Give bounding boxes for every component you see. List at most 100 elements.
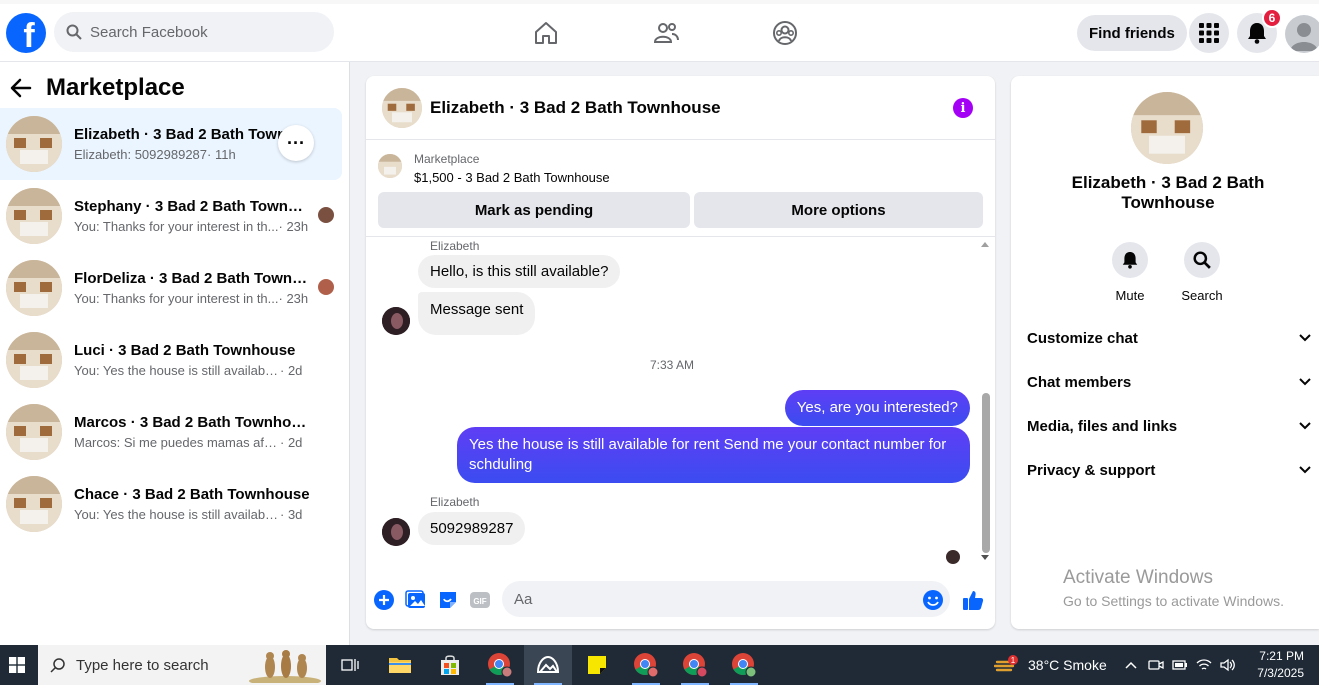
search-icon bbox=[1193, 251, 1211, 269]
conversation-title: Luci · 3 Bad 2 Bath Townhouse bbox=[74, 342, 296, 359]
conversation-preview: Elizabeth: 5092989287 bbox=[74, 147, 208, 162]
more-options-button[interactable]: More options bbox=[694, 192, 983, 228]
emoji-icon[interactable] bbox=[922, 589, 944, 611]
search-box[interactable] bbox=[54, 12, 334, 52]
sticky-notes-button[interactable] bbox=[573, 645, 621, 685]
top-navigation-bar: f Find friends 6 bbox=[0, 0, 1319, 62]
add-icon[interactable] bbox=[373, 589, 395, 611]
chat-header: Elizabeth · 3 Bad 2 Bath Townhouse i bbox=[366, 76, 995, 140]
home-icon[interactable] bbox=[533, 20, 559, 46]
watermark-line2: Go to Settings to activate Windows. bbox=[1063, 593, 1284, 609]
sticky-notes-icon bbox=[588, 656, 606, 674]
groups-icon[interactable] bbox=[772, 20, 798, 46]
conversation-preview: You: Thanks for your interest in th... bbox=[74, 291, 279, 306]
photos-app-button[interactable] bbox=[524, 645, 572, 685]
media-files-links-row[interactable]: Media, files and links bbox=[1027, 414, 1311, 438]
thumbs-up-icon[interactable] bbox=[962, 589, 984, 611]
mark-as-pending-button[interactable]: Mark as pending bbox=[378, 192, 690, 228]
file-explorer-button[interactable] bbox=[376, 645, 424, 685]
gif-icon[interactable]: GIF bbox=[469, 589, 491, 611]
conversation-title: Marcos · 3 Bad 2 Bath Townhouse bbox=[74, 414, 310, 431]
chat-listing-thumbnail[interactable] bbox=[382, 87, 422, 128]
conversation-item[interactable]: Chace · 3 Bad 2 Bath Townhouse You: Yes … bbox=[0, 468, 342, 540]
search-input[interactable] bbox=[90, 23, 310, 41]
battery-icon[interactable] bbox=[1172, 659, 1188, 671]
chrome-profile-4-button[interactable] bbox=[720, 645, 768, 685]
weather-widget[interactable]: 1 38°C Smoke bbox=[994, 645, 1107, 685]
customize-chat-row[interactable]: Customize chat bbox=[1027, 326, 1311, 350]
taskbar-clock[interactable]: 7:21 PM 7/3/2025 bbox=[1240, 648, 1304, 682]
watermark-line1: Activate Windows bbox=[1063, 567, 1213, 588]
photo-icon[interactable] bbox=[405, 589, 427, 611]
conversation-time: · 3d bbox=[280, 507, 303, 522]
activate-windows-watermark: Activate Windows Go to Settings to activ… bbox=[1063, 567, 1284, 609]
section-label: Privacy & support bbox=[1027, 461, 1156, 479]
scroll-down-icon[interactable] bbox=[979, 553, 991, 563]
message-input[interactable] bbox=[502, 581, 950, 617]
outgoing-message[interactable]: Yes, are you interested? bbox=[784, 390, 970, 426]
more-options-icon[interactable]: ··· bbox=[278, 125, 314, 161]
message-thread: Elizabeth Hello, is this still available… bbox=[366, 237, 995, 567]
start-button[interactable] bbox=[0, 645, 34, 685]
privacy-support-row[interactable]: Privacy & support bbox=[1027, 458, 1311, 482]
chevron-down-icon bbox=[1299, 466, 1311, 474]
chrome-profile-1-button[interactable] bbox=[476, 645, 524, 685]
conversation-item[interactable]: Marcos · 3 Bad 2 Bath Townhouse Marcos: … bbox=[0, 396, 342, 468]
conversation-preview: Marcos: Si me puedes mamas afotos bbox=[74, 435, 280, 450]
listing-thumbnail bbox=[6, 332, 62, 388]
task-view-icon bbox=[341, 659, 359, 671]
seen-avatar bbox=[318, 207, 334, 223]
microsoft-store-button[interactable] bbox=[426, 645, 474, 685]
chrome-profile-3-button[interactable] bbox=[671, 645, 719, 685]
listing-thumbnail bbox=[378, 154, 402, 178]
task-view-button[interactable] bbox=[326, 645, 374, 685]
svg-text:1: 1 bbox=[1011, 656, 1016, 665]
facebook-logo-icon[interactable]: f bbox=[6, 13, 46, 53]
incoming-message[interactable]: 5092989287 bbox=[418, 512, 526, 545]
scroll-up-icon[interactable] bbox=[979, 239, 991, 249]
conversation-item[interactable]: FlorDeliza · 3 Bad 2 Bath Townh... You: … bbox=[0, 252, 342, 324]
sidebar-header: Marketplace bbox=[10, 74, 185, 102]
section-label: Chat members bbox=[1027, 373, 1132, 391]
wifi-icon[interactable] bbox=[1196, 658, 1212, 672]
chevron-up-icon[interactable] bbox=[1124, 660, 1138, 670]
info-icon[interactable]: i bbox=[953, 98, 973, 118]
chrome-profile-2-button[interactable] bbox=[622, 645, 670, 685]
search-icon bbox=[50, 658, 65, 673]
chat-members-row[interactable]: Chat members bbox=[1027, 370, 1311, 394]
sender-avatar[interactable] bbox=[382, 307, 410, 335]
meerkat-illustration-icon bbox=[249, 650, 321, 683]
search-conversation-button[interactable]: Search bbox=[1172, 242, 1232, 303]
conversation-item[interactable]: Elizabeth · 3 Bad 2 Bath Townhouse Eliza… bbox=[0, 108, 342, 180]
chrome-icon bbox=[634, 653, 659, 678]
back-arrow-icon[interactable] bbox=[10, 77, 32, 99]
listing-profile-image[interactable] bbox=[1131, 92, 1203, 164]
chat-scrollbar[interactable] bbox=[979, 237, 991, 567]
conversation-item[interactable]: Luci · 3 Bad 2 Bath Townhouse You: Yes t… bbox=[0, 324, 342, 396]
sender-name: Elizabeth bbox=[430, 239, 480, 253]
chevron-down-icon bbox=[1299, 334, 1311, 342]
scrollbar-thumb[interactable] bbox=[982, 393, 990, 553]
chevron-down-icon bbox=[1299, 378, 1311, 386]
page-title: Marketplace bbox=[46, 74, 185, 101]
mute-button[interactable]: Mute bbox=[1100, 242, 1160, 303]
incoming-message[interactable]: Message sent bbox=[418, 292, 536, 335]
find-friends-button[interactable]: Find friends bbox=[1077, 15, 1187, 51]
search-icon bbox=[66, 24, 82, 40]
meet-now-icon[interactable] bbox=[1148, 658, 1164, 672]
outgoing-message[interactable]: Yes the house is still available for ren… bbox=[457, 427, 970, 483]
sticker-icon[interactable] bbox=[437, 589, 459, 611]
friends-icon[interactable] bbox=[653, 20, 679, 46]
volume-icon[interactable] bbox=[1220, 658, 1236, 672]
clock-date: 7/3/2025 bbox=[1257, 666, 1304, 680]
menu-button[interactable] bbox=[1189, 13, 1229, 53]
incoming-message[interactable]: Hello, is this still available? bbox=[418, 255, 621, 288]
listing-summary[interactable]: Marketplace $1,500 - 3 Bad 2 Bath Townho… bbox=[378, 152, 610, 185]
sender-avatar[interactable] bbox=[382, 518, 410, 546]
taskbar-search[interactable]: Type here to search bbox=[38, 645, 326, 685]
account-avatar[interactable] bbox=[1285, 15, 1319, 53]
listing-price: $1,500 - 3 Bad 2 Bath Townhouse bbox=[414, 170, 610, 185]
listing-thumbnail bbox=[6, 476, 62, 532]
chat-title[interactable]: Elizabeth · 3 Bad 2 Bath Townhouse bbox=[430, 98, 721, 118]
conversation-item[interactable]: Stephany · 3 Bad 2 Bath Townho... You: T… bbox=[0, 180, 342, 252]
